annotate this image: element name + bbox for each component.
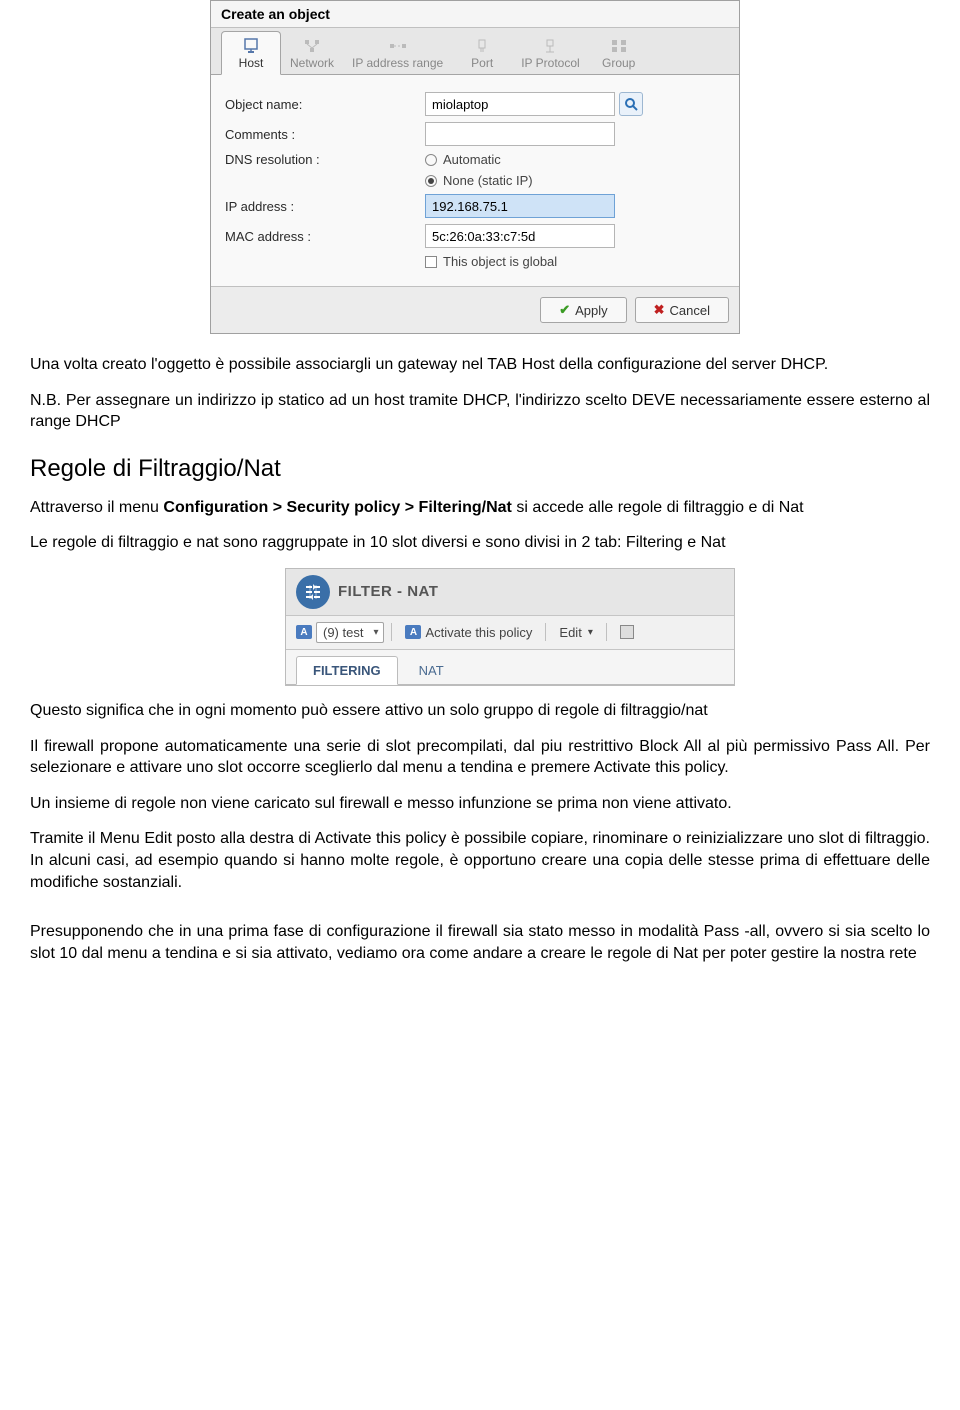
tab-ip-protocol[interactable]: IP Protocol (512, 31, 588, 74)
ip-range-icon (389, 38, 407, 54)
label-comments: Comments : (225, 127, 425, 142)
extra-toolbar-button[interactable] (614, 625, 640, 639)
tab-group[interactable]: Group (589, 31, 649, 74)
button-label: Apply (575, 303, 608, 318)
paragraph: Il firewall propone automaticamente una … (30, 736, 930, 779)
checkbox-label: This object is global (443, 254, 557, 269)
label-mac-address: MAC address : (225, 229, 425, 244)
mac-address-input[interactable] (425, 224, 615, 248)
check-icon: ✔ (559, 302, 570, 318)
heading-filtraggio-nat: Regole di Filtraggio/Nat (30, 455, 930, 483)
form-body: Object name: Comments : DNS resolution :… (211, 75, 739, 286)
separator (545, 623, 546, 641)
comments-input[interactable] (425, 122, 615, 146)
radio-none-static[interactable]: None (static IP) (425, 173, 533, 188)
panel-header: FILTER - NAT (286, 569, 734, 616)
radio-label: Automatic (443, 152, 501, 167)
active-badge-icon: A (405, 625, 421, 639)
panel-title: FILTER - NAT (338, 583, 438, 600)
host-icon (242, 38, 260, 54)
protocol-icon (541, 38, 559, 54)
text-fragment: si accede alle regole di filtraggio e di… (512, 499, 804, 516)
tab-label: Network (290, 56, 334, 70)
checkbox-global[interactable]: This object is global (425, 254, 557, 269)
label-object-name: Object name: (225, 97, 425, 112)
tab-label: IP Protocol (521, 56, 579, 70)
module-icon (620, 625, 634, 639)
group-icon (610, 38, 628, 54)
separator (606, 623, 607, 641)
object-name-input[interactable] (425, 92, 615, 116)
port-icon (473, 38, 491, 54)
activate-policy-button[interactable]: A Activate this policy (399, 625, 538, 640)
tab-label: Host (239, 56, 264, 70)
cancel-button[interactable]: ✖ Cancel (635, 297, 729, 323)
tab-host[interactable]: Host (221, 31, 281, 75)
label-ip-address: IP address : (225, 199, 425, 214)
paragraph: Una volta creato l'oggetto è possibile a… (30, 354, 930, 376)
dialog-footer: ✔ Apply ✖ Cancel (211, 286, 739, 333)
tab-label: Group (602, 56, 635, 70)
network-icon (303, 38, 321, 54)
edit-menu[interactable]: Edit ▾ (553, 625, 598, 640)
tab-port[interactable]: Port (452, 31, 512, 74)
create-object-dialog: Create an object Host Network IP address… (210, 0, 740, 334)
checkbox-icon (425, 256, 437, 268)
slot-selector[interactable]: (9) test (316, 622, 384, 643)
panel-toolbar: A (9) test A Activate this policy Edit ▾ (286, 616, 734, 650)
filter-nat-icon (296, 575, 330, 609)
ip-address-input[interactable] (425, 194, 615, 218)
paragraph: Presupponendo che in una prima fase di c… (30, 921, 930, 964)
paragraph: Attraverso il menu Configuration > Secur… (30, 497, 930, 519)
tab-nat[interactable]: NAT (402, 656, 461, 684)
object-type-tabs: Host Network IP address range Port IP Pr… (211, 28, 739, 75)
active-badge-icon: A (296, 625, 312, 639)
search-icon (624, 97, 638, 111)
button-label: Edit (559, 625, 581, 640)
tab-filtering[interactable]: FILTERING (296, 656, 398, 685)
chevron-down-icon: ▾ (588, 627, 593, 638)
tab-label: IP address range (352, 56, 443, 70)
radio-icon (425, 175, 437, 187)
tab-ip-range[interactable]: IP address range (343, 31, 452, 74)
filter-nat-panel: FILTER - NAT A (9) test A Activate this … (285, 568, 735, 686)
text-fragment: Attraverso il menu (30, 499, 163, 516)
paragraph: Questo significa che in ogni momento può… (30, 700, 930, 722)
button-label: Activate this policy (425, 625, 532, 640)
paragraph: Un insieme di regole non viene caricato … (30, 793, 930, 815)
menu-path: Configuration > Security policy > Filter… (163, 499, 512, 516)
slot-value: (9) test (323, 625, 363, 640)
paragraph: Le regole di filtraggio e nat sono raggr… (30, 532, 930, 554)
radio-automatic[interactable]: Automatic (425, 152, 501, 167)
apply-button[interactable]: ✔ Apply (540, 297, 626, 323)
separator (391, 623, 392, 641)
radio-label: None (static IP) (443, 173, 533, 188)
filter-nat-tabs: FILTERING NAT (286, 650, 734, 685)
tab-network[interactable]: Network (281, 31, 343, 74)
paragraph: N.B. Per assegnare un indirizzo ip stati… (30, 390, 930, 433)
dialog-title: Create an object (211, 1, 739, 28)
radio-icon (425, 154, 437, 166)
paragraph: Tramite il Menu Edit posto alla destra d… (30, 828, 930, 893)
button-label: Cancel (670, 303, 710, 318)
tab-label: Port (471, 56, 493, 70)
label-dns-resolution: DNS resolution : (225, 152, 425, 167)
lookup-button[interactable] (619, 92, 643, 116)
close-icon: ✖ (654, 302, 665, 318)
